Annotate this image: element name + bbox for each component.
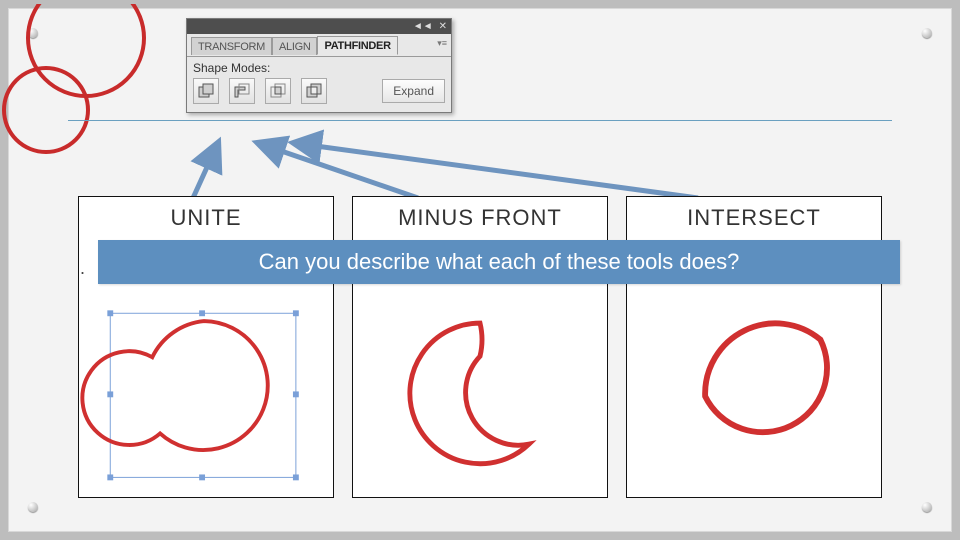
close-icon[interactable]: ✕ bbox=[439, 22, 447, 32]
unite-title: UNITE bbox=[79, 197, 333, 237]
minus-front-icon bbox=[233, 82, 251, 100]
intersect-title: INTERSECT bbox=[627, 197, 881, 237]
panel-menu-icon[interactable]: ▾≡ bbox=[437, 38, 447, 49]
slide: ◄◄ ✕ TRANSFORM ALIGN PATHFINDER ▾≡ Shape… bbox=[8, 8, 952, 532]
intersect-button[interactable] bbox=[265, 78, 291, 104]
exclude-icon bbox=[305, 82, 323, 100]
question-bar: Can you describe what each of these tool… bbox=[98, 240, 900, 284]
corner-dot bbox=[28, 502, 38, 512]
shape-modes-label: Shape Modes: bbox=[193, 61, 445, 75]
intersect-icon bbox=[269, 82, 287, 100]
divider bbox=[68, 120, 892, 121]
collapse-icon[interactable]: ◄◄ bbox=[413, 22, 433, 32]
pathfinder-panel: ◄◄ ✕ TRANSFORM ALIGN PATHFINDER ▾≡ Shape… bbox=[186, 18, 452, 113]
panel-body: Shape Modes: bbox=[187, 57, 451, 112]
bullet-dot: . bbox=[80, 258, 85, 279]
expand-button[interactable]: Expand bbox=[382, 79, 445, 103]
corner-dot bbox=[28, 28, 38, 38]
unite-icon bbox=[197, 82, 215, 100]
tab-pathfinder[interactable]: PATHFINDER bbox=[317, 36, 397, 55]
minus-front-button[interactable] bbox=[229, 78, 255, 104]
unite-button[interactable] bbox=[193, 78, 219, 104]
tab-align[interactable]: ALIGN bbox=[272, 37, 318, 55]
corner-dot bbox=[922, 502, 932, 512]
tab-transform[interactable]: TRANSFORM bbox=[191, 37, 272, 55]
minus-front-title: MINUS FRONT bbox=[353, 197, 607, 237]
exclude-button[interactable] bbox=[301, 78, 327, 104]
shape-modes-row: Expand bbox=[193, 78, 445, 104]
corner-dot bbox=[922, 28, 932, 38]
panel-tabs: TRANSFORM ALIGN PATHFINDER ▾≡ bbox=[187, 34, 451, 57]
panel-titlebar: ◄◄ ✕ bbox=[187, 19, 451, 34]
